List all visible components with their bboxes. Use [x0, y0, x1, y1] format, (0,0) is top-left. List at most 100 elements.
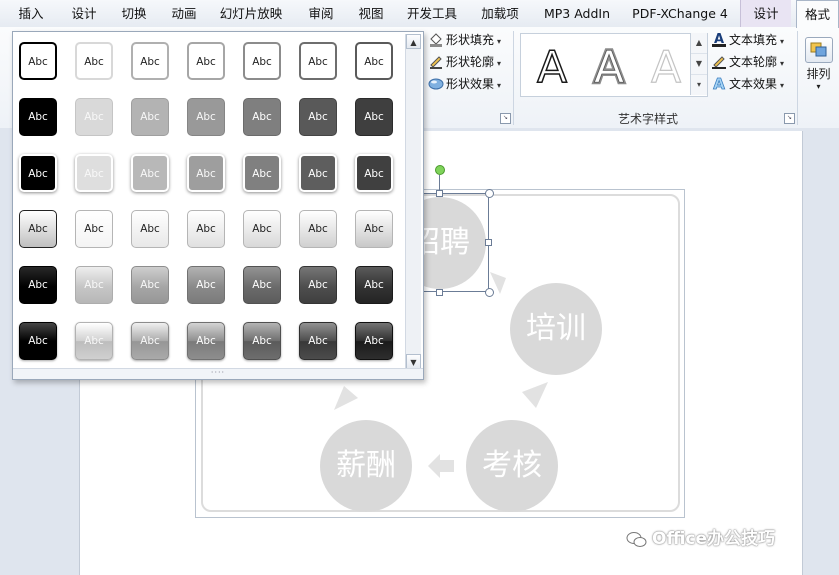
resize-handle-bottom-right[interactable] [485, 288, 494, 297]
cycle-node-assessment[interactable]: 考核 [466, 420, 558, 512]
resize-grip-icon[interactable]: ···· [13, 368, 423, 379]
shape-style-swatch[interactable]: Abc [187, 266, 225, 304]
text-effects-icon: A [711, 75, 727, 94]
tab-mp3-addin[interactable]: MP3 AddIn [532, 0, 622, 27]
tab-design[interactable]: 设计 [62, 0, 106, 27]
cycle-node-salary[interactable]: 薪酬 [320, 420, 412, 512]
tab-format[interactable]: 格式 [796, 0, 839, 28]
tab-developer[interactable]: 开发工具 [396, 0, 468, 27]
shape-style-swatch[interactable]: Abc [299, 210, 337, 248]
wordart-gallery-scroll[interactable]: ▲ ▼ ▾ [690, 33, 707, 95]
shape-style-swatch[interactable]: Abc [187, 42, 225, 80]
text-outline-icon [711, 53, 727, 69]
wordart-style-plain[interactable]: A [524, 36, 580, 94]
resize-handle-top[interactable] [436, 190, 443, 197]
shape-style-swatch[interactable]: Abc [19, 98, 57, 136]
tab-smartart-design[interactable]: 设计 [740, 0, 791, 27]
shape-style-swatch[interactable]: Abc [243, 98, 281, 136]
text-outline-button[interactable]: 文本轮廓 ▾ [711, 52, 784, 72]
shape-style-swatch[interactable]: Abc [131, 98, 169, 136]
shape-style-swatch[interactable]: Abc [243, 266, 281, 304]
gallery-more-icon[interactable]: ▾ [691, 75, 707, 95]
shape-style-swatch[interactable]: Abc [355, 98, 393, 136]
shape-style-swatch[interactable]: Abc [187, 98, 225, 136]
shape-style-swatch[interactable]: Abc [187, 210, 225, 248]
tab-transitions[interactable]: 切换 [106, 0, 162, 27]
shape-style-swatch[interactable]: Abc [131, 42, 169, 80]
shape-style-swatch[interactable]: Abc [75, 98, 113, 136]
svg-text:A: A [594, 42, 624, 92]
shape-style-swatch[interactable]: Abc [187, 322, 225, 360]
scroll-up-icon[interactable]: ▲ [406, 34, 421, 49]
wordart-styles-launcher-icon[interactable]: ↘ [784, 113, 795, 124]
chevron-down-icon: ▾ [780, 81, 785, 90]
watermark-text: Office办公技巧 [652, 529, 776, 549]
tab-addins[interactable]: 加载项 [468, 0, 532, 27]
rotate-handle[interactable] [435, 165, 445, 175]
shape-effects-button[interactable]: 形状效果 ▾ [428, 74, 501, 94]
shape-style-swatch[interactable]: Abc [243, 210, 281, 248]
scroll-down-icon[interactable]: ▼ [691, 54, 707, 75]
arrange-label: 排列 [806, 67, 831, 81]
shape-style-swatch[interactable]: Abc [19, 154, 57, 192]
shape-style-swatch[interactable]: Abc [355, 42, 393, 80]
tab-view[interactable]: 视图 [346, 0, 396, 27]
wordart-style-gray-outline[interactable]: AA [581, 36, 637, 95]
shape-style-swatch[interactable]: Abc [19, 42, 57, 80]
shape-style-swatch[interactable]: Abc [19, 322, 57, 360]
shape-style-swatch[interactable]: Abc [75, 154, 113, 192]
tab-animations[interactable]: 动画 [162, 0, 206, 27]
shape-style-swatch[interactable]: Abc [355, 322, 393, 360]
tab-review[interactable]: 审阅 [296, 0, 346, 27]
shape-fill-button[interactable]: 形状填充 ▾ [428, 30, 501, 50]
arrange-button[interactable]: 排列 ▾ [800, 31, 837, 107]
shape-style-swatch[interactable]: Abc [243, 154, 281, 192]
shape-style-gallery-dropdown: Abc Abc Abc Abc Abc Abc Abc Abc Abc Abc Abc Abc Abc A… [12, 31, 424, 380]
shape-style-swatch[interactable]: Abc [19, 210, 57, 248]
gallery-scrollbar[interactable]: ▲ ▼ [405, 34, 421, 369]
shape-style-swatch[interactable]: Abc [299, 154, 337, 192]
shape-style-swatch[interactable]: Abc [355, 266, 393, 304]
shape-style-swatch[interactable]: Abc [75, 266, 113, 304]
text-effects-button[interactable]: A 文本效果 ▾ [711, 74, 784, 94]
shape-style-swatch[interactable]: Abc [355, 210, 393, 248]
shape-style-swatch[interactable]: Abc [75, 42, 113, 80]
arrange-icon [804, 37, 833, 63]
shape-style-swatch[interactable]: Abc [299, 98, 337, 136]
shape-style-swatch[interactable]: Abc [131, 154, 169, 192]
wordart-gallery: A AA A [520, 33, 708, 97]
shape-style-grid: Abc Abc Abc Abc Abc Abc Abc Abc Abc Abc Abc Abc Abc A… [19, 38, 409, 368]
shape-style-swatch[interactable]: Abc [19, 266, 57, 304]
scroll-down-icon[interactable]: ▼ [406, 354, 421, 369]
text-fill-button[interactable]: A 文本填充 ▾ [711, 30, 784, 50]
rotation-stem [439, 175, 440, 190]
shape-style-swatch[interactable]: Abc [131, 322, 169, 360]
resize-handle-right[interactable] [485, 239, 492, 246]
scroll-up-icon[interactable]: ▲ [691, 33, 707, 54]
shape-style-swatch[interactable]: Abc [299, 322, 337, 360]
text-fill-icon: A [711, 31, 727, 47]
shape-style-swatch[interactable]: Abc [75, 322, 113, 360]
tab-pdf-xchange[interactable]: PDF-XChange 4 [622, 0, 738, 27]
shape-style-swatch[interactable]: Abc [75, 210, 113, 248]
svg-text:A: A [651, 42, 681, 92]
shape-style-swatch[interactable]: Abc [299, 266, 337, 304]
shape-style-swatch[interactable]: Abc [131, 266, 169, 304]
shape-style-swatch[interactable]: Abc [355, 154, 393, 192]
cycle-node-training[interactable]: 培训 [510, 283, 602, 375]
shape-style-swatch[interactable]: Abc [187, 154, 225, 192]
shape-styles-launcher-icon[interactable]: ↘ [500, 113, 511, 124]
svg-text:A: A [713, 75, 725, 91]
paint-bucket-icon [428, 31, 444, 47]
resize-handle-bottom[interactable] [436, 289, 443, 296]
tab-slideshow[interactable]: 幻灯片放映 [206, 0, 296, 27]
chevron-down-icon: ▾ [497, 81, 502, 90]
wordart-style-light-outline[interactable]: A [638, 36, 694, 93]
resize-handle-top-right[interactable] [485, 189, 494, 198]
tab-insert[interactable]: 插入 [0, 0, 62, 27]
shape-style-swatch[interactable]: Abc [131, 210, 169, 248]
shape-outline-button[interactable]: 形状轮廓 ▾ [428, 52, 501, 72]
shape-style-swatch[interactable]: Abc [243, 42, 281, 80]
shape-style-swatch[interactable]: Abc [299, 42, 337, 80]
shape-style-swatch[interactable]: Abc [243, 322, 281, 360]
